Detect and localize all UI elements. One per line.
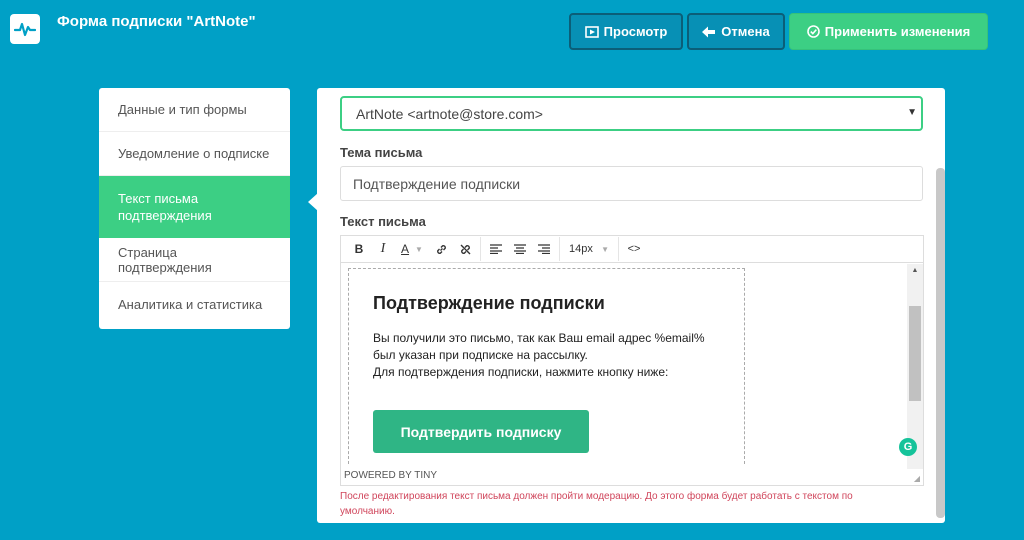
email-title: Подтверждение подписки <box>373 293 605 313</box>
preview-label: Просмотр <box>603 24 668 39</box>
sidebar-item-form-data[interactable]: Данные и тип формы <box>99 88 290 132</box>
cancel-label: Отмена <box>721 24 770 39</box>
email-text: Вы получили это письмо, так как Ваш emai… <box>373 331 705 379</box>
confirm-subscription-button[interactable]: Подтвердить подписку <box>373 410 589 453</box>
page-title: Форма подписки "ArtNote" <box>57 13 256 30</box>
cancel-button[interactable]: Отмена <box>687 13 785 50</box>
arrow-left-icon <box>702 26 716 37</box>
editor-toolbar: B I A ▼ 14px ▼ <> <box>341 236 923 263</box>
check-circle-icon <box>806 25 820 38</box>
font-size-select[interactable]: 14px ▼ <box>563 243 615 255</box>
bold-icon[interactable]: B <box>347 237 371 261</box>
scroll-thumb[interactable] <box>909 306 921 401</box>
chevron-down-icon: ▼ <box>601 244 609 254</box>
link-icon[interactable] <box>429 237 453 261</box>
align-right-icon[interactable] <box>532 237 556 261</box>
align-left-icon[interactable] <box>484 237 508 261</box>
scroll-up-icon[interactable]: ▲ <box>907 264 923 278</box>
subject-input[interactable]: Подтверждение подписки <box>340 166 923 201</box>
rich-text-editor: B I A ▼ 14px ▼ <> Подтверждение подписки… <box>340 235 924 486</box>
sidebar-item-subscription-notice[interactable]: Уведомление о подписке <box>99 132 290 176</box>
text-color-icon[interactable]: A ▼ <box>395 237 429 261</box>
grammarly-icon[interactable]: G <box>899 438 917 456</box>
align-center-icon[interactable] <box>508 237 532 261</box>
panel-scrollbar[interactable] <box>936 168 945 518</box>
sidebar-item-confirmation-page[interactable]: Страница подтверждения <box>99 238 290 282</box>
pulse-icon <box>14 22 36 37</box>
preview-button[interactable]: Просмотр <box>569 13 683 50</box>
play-icon <box>584 25 599 38</box>
unlink-icon[interactable] <box>453 237 477 261</box>
editor-content[interactable]: Подтверждение подписки Вы получили это п… <box>348 268 745 464</box>
sidebar-item-confirmation-email[interactable]: Текст письма подтверждения <box>99 176 290 238</box>
powered-by-label[interactable]: POWERED BY TINY <box>344 470 437 481</box>
apply-label: Применить изменения <box>824 24 971 39</box>
resize-handle-icon[interactable]: ◢ <box>914 474 920 483</box>
app-logo[interactable] <box>10 14 40 44</box>
source-code-icon[interactable]: <> <box>622 237 646 261</box>
sidebar: Данные и тип формы Уведомление о подписк… <box>99 88 290 329</box>
body-label: Текст письма <box>340 214 426 229</box>
sender-value: ArtNote <artnote@store.com> <box>356 105 543 122</box>
italic-icon[interactable]: I <box>371 237 395 261</box>
moderation-note: После редактирования текст письма должен… <box>340 491 853 517</box>
dropdown-caret-icon: ▼ <box>907 107 917 118</box>
subject-label: Тема письма <box>340 145 423 160</box>
editor-statusbar: POWERED BY TINY ◢ <box>341 465 923 485</box>
sender-select[interactable]: ArtNote <artnote@store.com> ▼ <box>340 96 923 131</box>
sidebar-item-analytics[interactable]: Аналитика и статистика <box>99 282 290 326</box>
subject-value: Подтверждение подписки <box>353 175 521 192</box>
apply-changes-button[interactable]: Применить изменения <box>789 13 988 50</box>
email-settings-panel: ArtNote <artnote@store.com> ▼ Тема письм… <box>317 88 945 523</box>
